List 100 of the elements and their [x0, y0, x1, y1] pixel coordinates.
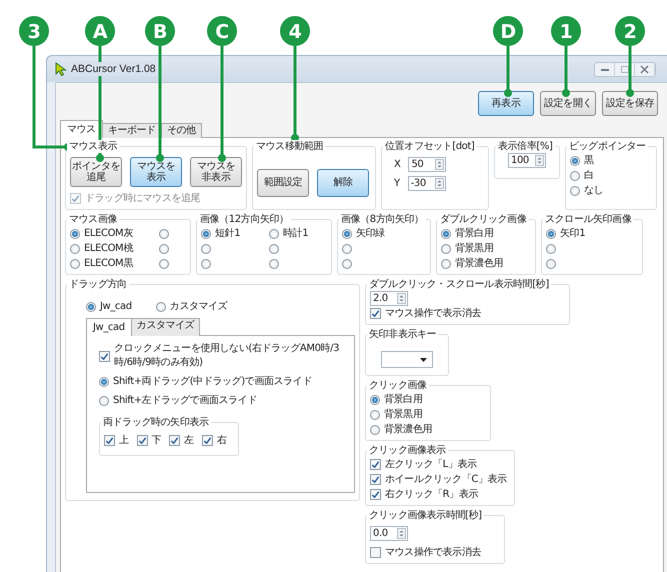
radio-button[interactable] [70, 244, 80, 254]
radio-button[interactable] [546, 258, 556, 268]
spinner-icon [434, 178, 444, 189]
radio-button[interactable] [546, 228, 556, 238]
checkbox[interactable] [370, 308, 382, 319]
tab[interactable]: マウス [60, 120, 103, 138]
radio-label: ELECOM黒 [84, 256, 133, 270]
radio-label: Jw_cad [100, 300, 132, 314]
command-button[interactable]: 範囲設定 [257, 169, 309, 197]
radio-label: 時計1 [283, 226, 308, 240]
tab[interactable]: その他 [160, 123, 202, 138]
radio-button[interactable] [570, 170, 580, 180]
radio-button[interactable] [546, 244, 556, 254]
radio-button[interactable] [570, 156, 580, 166]
tab[interactable]: Jw_cad [86, 318, 132, 336]
radio-button[interactable] [99, 396, 109, 406]
spinner-icon [397, 293, 406, 304]
checkbox-label: 上 [119, 434, 129, 448]
radio-button[interactable] [370, 410, 380, 420]
callout-badge: A [85, 16, 115, 46]
command-button[interactable]: 再表示 [478, 91, 534, 116]
checkbox-label: ドラッグ時にマウスを追尾 [85, 192, 200, 206]
radio-label: 背景白用 [384, 392, 422, 406]
group-label: 位置オフセット[dot] [383, 140, 476, 153]
radio-button[interactable] [342, 228, 352, 238]
callout-badge: D [493, 16, 523, 46]
radio-label: ELECOM桃 [84, 242, 133, 256]
number-field[interactable]: 0.0 [370, 526, 408, 541]
checkbox-label: ホイールクリック「C」表示 [385, 472, 507, 486]
checkbox[interactable] [99, 350, 110, 362]
radio-button[interactable] [159, 228, 170, 238]
callout-badge: B [145, 16, 175, 46]
group-label: ダブルクリック画像 [438, 213, 528, 226]
group-label: クリック画像表示時間[秒] [367, 509, 484, 522]
checkbox[interactable] [370, 547, 382, 558]
radio-label: 背景濃色用 [455, 256, 504, 270]
callout-badge: 1 [551, 16, 581, 46]
leader-line [626, 46, 634, 97]
checkbox[interactable] [370, 459, 382, 470]
tab[interactable]: カスタマイズ [130, 318, 200, 336]
number-field[interactable]: -30 [408, 176, 446, 191]
dropdown-field[interactable] [381, 351, 434, 368]
radio-button[interactable] [570, 186, 580, 196]
radio-button[interactable] [269, 228, 279, 238]
radio-label: 白 [584, 168, 594, 182]
group-label: マウス移動範囲 [254, 140, 326, 153]
checkbox-label: マウス操作で表示消去 [385, 546, 482, 560]
checkbox[interactable] [370, 474, 382, 485]
close-icon [640, 64, 649, 74]
command-button[interactable]: 解除 [317, 169, 369, 197]
radio-button[interactable] [201, 258, 211, 268]
checkbox-label: 下 [152, 434, 162, 448]
radio-button[interactable] [441, 228, 451, 238]
checkbox[interactable] [136, 435, 148, 446]
radio-label: 背景濃色用 [384, 422, 432, 436]
radio-button[interactable] [70, 258, 80, 268]
radio-button[interactable] [70, 228, 80, 238]
field-label: Y [394, 176, 400, 190]
number-field[interactable]: 2.0 [370, 291, 408, 306]
cursor-arrow-icon [55, 62, 67, 76]
command-button[interactable]: マウスを 非表示 [190, 157, 242, 187]
radio-button[interactable] [201, 228, 211, 238]
radio-button[interactable] [441, 258, 451, 268]
command-button[interactable]: ポインタを 追尾 [70, 157, 122, 187]
number-field[interactable]: 50 [408, 157, 446, 172]
group-label: 表示倍率[%] [496, 140, 555, 153]
radio-button[interactable] [370, 394, 380, 404]
radio-button[interactable] [441, 244, 451, 254]
group-label: マウス画像 [67, 213, 120, 226]
checkbox[interactable] [169, 435, 180, 446]
caret-icon [420, 358, 428, 362]
radio-button[interactable] [269, 244, 279, 254]
checkbox[interactable] [104, 435, 115, 446]
number-field[interactable]: 100 [508, 153, 546, 168]
checkbox-label: マウス操作で表示消去 [385, 306, 482, 320]
radio-button[interactable] [342, 258, 352, 268]
radio-label: 矢印1 [560, 226, 586, 240]
checkbox[interactable] [202, 435, 213, 446]
radio-button[interactable] [370, 424, 380, 434]
checkbox-label: 左クリック「L」表示 [385, 458, 477, 472]
spinner-icon [397, 528, 406, 539]
checkbox[interactable] [370, 489, 382, 500]
minimize-icon [600, 66, 610, 72]
group-label: クリック画像 [367, 379, 429, 392]
radio-button[interactable] [159, 244, 170, 254]
command-button[interactable]: 設定を開く [540, 91, 596, 116]
radio-button[interactable] [99, 376, 109, 386]
radio-button[interactable] [86, 302, 96, 312]
radio-button[interactable] [269, 258, 279, 268]
radio-button[interactable] [201, 244, 211, 254]
command-button[interactable]: 設定を保存 [602, 91, 658, 116]
field-label: X [394, 158, 400, 172]
radio-button[interactable] [156, 302, 166, 312]
group-label: 矢印非表示キー [367, 328, 438, 341]
leader-line [504, 46, 512, 97]
command-button[interactable]: マウスを 表示 [130, 157, 182, 187]
group-label: ダブルクリック・スクロール表示時間[秒] [367, 278, 551, 291]
callout-badge: C [207, 16, 237, 46]
radio-button[interactable] [342, 244, 352, 254]
radio-button[interactable] [159, 258, 170, 268]
